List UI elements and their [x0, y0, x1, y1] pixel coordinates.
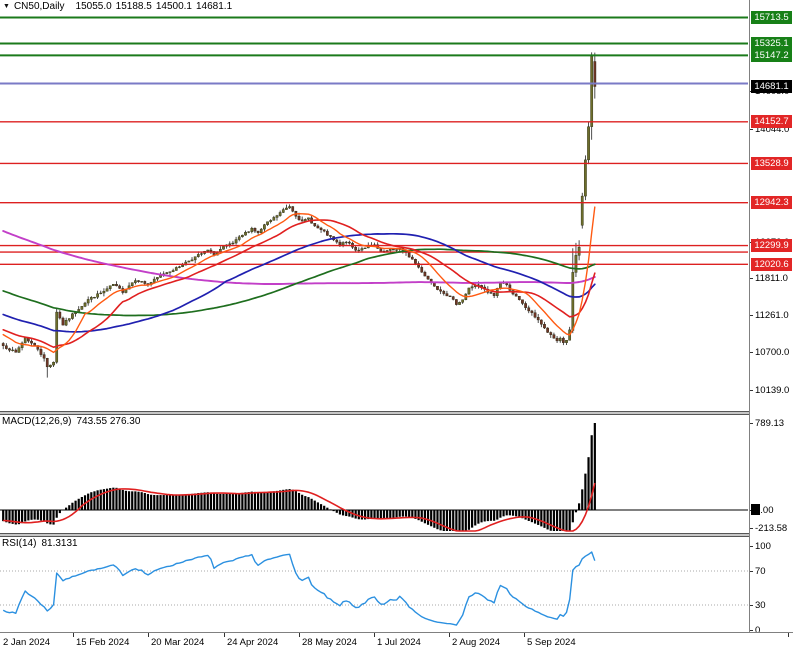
- date-tick: [299, 633, 300, 637]
- trading-chart-window: ▼CN50,Daily15055.015188.514500.114681.1 …: [0, 0, 793, 651]
- rsi-axis-tick: [750, 571, 753, 572]
- rsi-axis-tick: [750, 546, 753, 547]
- price-badge: 12942.3: [751, 196, 792, 209]
- date-label: 28 May 2024: [302, 637, 357, 648]
- macd-axis-label: -213.58: [755, 523, 787, 534]
- candlestick-chart[interactable]: [0, 0, 749, 411]
- macd-chart[interactable]: [0, 415, 749, 533]
- macd-axis-tick: [750, 528, 753, 529]
- price-badge: 15147.2: [751, 49, 792, 62]
- rsi-axis-label: 100: [755, 541, 771, 552]
- rsi-axis-tick: [750, 605, 753, 606]
- low-value: 14500.1: [156, 1, 192, 12]
- date-label: 24 Apr 2024: [227, 637, 278, 648]
- ohlc-header: ▼ CN50,Daily 15055.0 15188.5 14500.1 14681.1: [3, 1, 232, 12]
- rsi-chart[interactable]: [0, 537, 749, 632]
- rsi-label: RSI(14): [2, 538, 36, 549]
- date-tick: [449, 633, 450, 637]
- price-axis-label: 11811.0: [755, 273, 788, 284]
- macd-header: MACD(12,26,9) 743.55 276.30: [2, 416, 145, 427]
- rsi-value: 81.3131: [41, 538, 77, 549]
- date-tick: [148, 633, 149, 637]
- rsi-axis-tick: [750, 630, 753, 631]
- price-axis-tick: [750, 352, 753, 353]
- date-tick: [788, 633, 789, 637]
- macd-label: MACD(12,26,9): [2, 416, 71, 427]
- price-axis-label: 10700.0: [755, 347, 789, 358]
- rsi-axis-label: 30: [755, 600, 766, 611]
- date-label: 2 Jan 2024: [3, 637, 50, 648]
- date-tick: [374, 633, 375, 637]
- price-badge: 14681.1: [751, 80, 792, 93]
- price-badge: 15713.5: [751, 11, 792, 24]
- macd-zero-badge: [751, 504, 760, 515]
- open-value: 15055.0: [76, 1, 112, 12]
- macd-panel[interactable]: MACD(12,26,9) 743.55 276.30: [0, 415, 749, 533]
- price-axis-tick: [750, 315, 753, 316]
- date-tick: [524, 633, 525, 637]
- price-badge: 12299.9: [751, 239, 792, 252]
- price-badge: 14152.7: [751, 115, 792, 128]
- macd-axis-tick: [750, 423, 753, 424]
- rsi-header: RSI(14) 81.3131: [2, 538, 83, 549]
- symbol-period-label: CN50,Daily: [14, 1, 65, 12]
- close-value: 14681.1: [196, 1, 232, 12]
- price-badge: 13528.9: [751, 157, 792, 170]
- rsi-panel[interactable]: RSI(14) 81.3131: [0, 537, 749, 632]
- price-axis-label: 10139.0: [755, 385, 789, 396]
- date-axis[interactable]: 2 Jan 2024 15 Feb 2024 20 Mar 2024 24 Apr 2…: [0, 632, 793, 651]
- macd-values: 743.55 276.30: [76, 416, 140, 427]
- price-axis-label: 11261.0: [755, 310, 789, 321]
- price-axis[interactable]: 14605.014044.012372.011811.011261.010700…: [749, 0, 793, 632]
- date-label: 20 Mar 2024: [151, 637, 204, 648]
- price-chart-panel[interactable]: ▼ CN50,Daily 15055.0 15188.5 14500.1 14681.1: [0, 0, 749, 411]
- date-label: 5 Sep 2024: [527, 637, 576, 648]
- high-value: 15188.5: [116, 1, 152, 12]
- price-badge: 12020.6: [751, 258, 792, 271]
- price-axis-tick: [750, 278, 753, 279]
- date-label: 2 Aug 2024: [452, 637, 500, 648]
- date-label: 1 Jul 2024: [377, 637, 421, 648]
- macd-axis-label: 789.13: [755, 418, 784, 429]
- date-tick: [73, 633, 74, 637]
- price-axis-tick: [750, 129, 753, 130]
- rsi-axis-label: 70: [755, 566, 766, 577]
- price-axis-tick: [750, 390, 753, 391]
- date-tick: [224, 633, 225, 637]
- symbol-marker-icon[interactable]: ▼: [3, 3, 10, 10]
- date-label: 15 Feb 2024: [76, 637, 129, 648]
